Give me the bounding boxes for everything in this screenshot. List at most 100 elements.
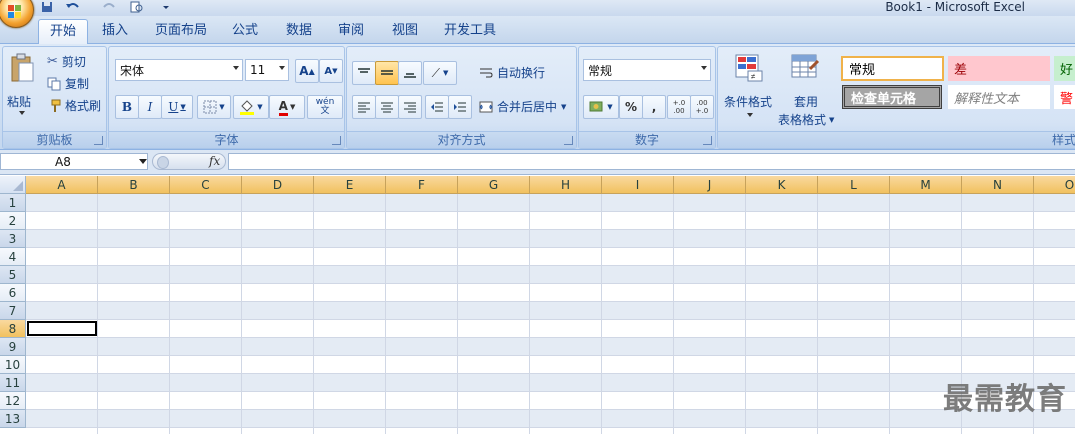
align-top-button[interactable] <box>352 61 376 85</box>
row-header-3[interactable]: 3 <box>0 230 26 248</box>
table-row[interactable] <box>26 194 1075 212</box>
align-center-button[interactable] <box>375 95 399 119</box>
row-header-4[interactable]: 4 <box>0 248 26 266</box>
formula-input[interactable] <box>228 153 1075 170</box>
table-row[interactable] <box>26 338 1075 356</box>
column-header-d[interactable]: D <box>242 176 314 194</box>
insert-function-icon[interactable]: fx <box>209 154 220 168</box>
column-header-e[interactable]: E <box>314 176 386 194</box>
undo-icon[interactable] <box>62 0 84 14</box>
tab-formulas[interactable]: 公式 <box>222 19 268 43</box>
redo-icon[interactable] <box>98 0 120 14</box>
style-explanatory[interactable]: 解释性文本 <box>948 85 1050 109</box>
column-header-o[interactable]: O <box>1034 176 1075 194</box>
decrease-indent-button[interactable] <box>425 95 449 119</box>
font-size-combo[interactable]: 11 <box>245 59 289 81</box>
dialog-launcher-icon[interactable] <box>332 136 341 145</box>
orientation-button[interactable]: ⟋ ▼ <box>423 61 457 85</box>
tab-view[interactable]: 视图 <box>382 19 428 43</box>
worksheet-grid[interactable]: ABCDEFGHIJKLMNO 1 2 3 4 5 6 7 8 9 10 11 12 13 <box>0 176 1075 434</box>
table-row[interactable] <box>26 356 1075 374</box>
table-row[interactable] <box>26 392 1075 410</box>
style-bad[interactable]: 差 <box>948 56 1050 81</box>
row-header-13[interactable]: 13 <box>0 410 26 428</box>
grow-font-button[interactable]: A ▲ <box>295 59 319 83</box>
select-all-button[interactable] <box>0 176 26 194</box>
column-header-a[interactable]: A <box>26 176 98 194</box>
increase-indent-button[interactable] <box>448 95 472 119</box>
borders-button[interactable]: ▼ <box>197 95 231 119</box>
style-warning[interactable]: 警 <box>1054 85 1075 109</box>
table-row[interactable] <box>26 302 1075 320</box>
column-header-g[interactable]: G <box>458 176 530 194</box>
copy-button[interactable]: 复制 <box>47 75 89 92</box>
underline-button[interactable]: U ▼ <box>161 95 193 119</box>
format-painter-button[interactable]: 格式刷 <box>47 97 101 114</box>
phonetic-guide-button[interactable]: wén 文 <box>307 95 343 119</box>
tab-developer[interactable]: 开发工具 <box>436 19 504 43</box>
column-header-b[interactable]: B <box>98 176 170 194</box>
font-name-combo[interactable]: 宋体 <box>115 59 243 81</box>
table-row[interactable] <box>26 374 1075 392</box>
row-header-11[interactable]: 11 <box>0 374 26 392</box>
italic-button[interactable]: I <box>138 95 162 119</box>
table-row[interactable] <box>26 230 1075 248</box>
row-header-2[interactable]: 2 <box>0 212 26 230</box>
merge-center-button[interactable]: 合并后居中 ▼ <box>479 98 566 115</box>
row-header-9[interactable]: 9 <box>0 338 26 356</box>
percent-button[interactable]: % <box>619 95 643 119</box>
table-row[interactable] <box>26 284 1075 302</box>
dialog-launcher-icon[interactable] <box>564 136 573 145</box>
row-header-10[interactable]: 10 <box>0 356 26 374</box>
table-row[interactable] <box>26 248 1075 266</box>
align-middle-button[interactable] <box>375 61 399 85</box>
fill-color-button[interactable]: ▼ <box>233 95 269 119</box>
shrink-font-button[interactable]: A ▼ <box>319 59 343 83</box>
tab-data[interactable]: 数据 <box>276 19 322 43</box>
style-good[interactable]: 好 <box>1054 56 1075 81</box>
table-row[interactable] <box>26 266 1075 284</box>
column-header-f[interactable]: F <box>386 176 458 194</box>
number-format-combo[interactable]: 常规 <box>583 59 711 81</box>
tab-review[interactable]: 审阅 <box>328 19 374 43</box>
bold-button[interactable]: B <box>115 95 139 119</box>
table-row[interactable] <box>26 320 1075 338</box>
row-header-12[interactable]: 12 <box>0 392 26 410</box>
align-right-button[interactable] <box>398 95 422 119</box>
print-preview-icon[interactable] <box>128 0 146 14</box>
column-header-j[interactable]: J <box>674 176 746 194</box>
column-header-h[interactable]: H <box>530 176 602 194</box>
align-bottom-button[interactable] <box>398 61 422 85</box>
table-row[interactable] <box>26 410 1075 428</box>
align-left-button[interactable] <box>352 95 376 119</box>
column-header-c[interactable]: C <box>170 176 242 194</box>
column-header-k[interactable]: K <box>746 176 818 194</box>
save-icon[interactable] <box>38 0 56 14</box>
row-header-6[interactable]: 6 <box>0 284 26 302</box>
row-header-7[interactable]: 7 <box>0 302 26 320</box>
column-header-n[interactable]: N <box>962 176 1034 194</box>
row-header-5[interactable]: 5 <box>0 266 26 284</box>
increase-decimal-button[interactable]: +.0 .00 <box>667 95 691 119</box>
dialog-launcher-icon[interactable] <box>94 136 103 145</box>
wrap-text-button[interactable]: 自动换行 <box>479 64 545 81</box>
style-normal[interactable]: 常规 <box>841 56 944 81</box>
splitter-handle-icon[interactable] <box>157 156 169 169</box>
cut-button[interactable]: ✂ 剪切 <box>47 53 86 70</box>
active-cell-a8[interactable] <box>27 321 97 336</box>
conditional-formatting-button[interactable]: ≠ 条件格式 <box>722 51 776 125</box>
accounting-format-button[interactable]: ▼ <box>583 95 619 119</box>
tab-insert[interactable]: 插入 <box>92 19 138 43</box>
style-check-cell[interactable]: 检查单元格 <box>842 85 942 109</box>
paste-button[interactable]: 粘贴 <box>7 51 37 119</box>
name-box[interactable]: A8 <box>0 153 148 170</box>
comma-style-button[interactable]: , <box>642 95 666 119</box>
row-header-8[interactable]: 8 <box>0 320 26 338</box>
format-as-table-button[interactable]: 套用 表格格式 ▼ <box>776 51 838 127</box>
customize-icon[interactable] <box>160 0 172 14</box>
font-color-button[interactable]: A ▼ <box>269 95 305 119</box>
tab-page-layout[interactable]: 页面布局 <box>148 19 214 43</box>
chevron-down-icon[interactable] <box>139 159 147 164</box>
dialog-launcher-icon[interactable] <box>703 136 712 145</box>
column-header-l[interactable]: L <box>818 176 890 194</box>
